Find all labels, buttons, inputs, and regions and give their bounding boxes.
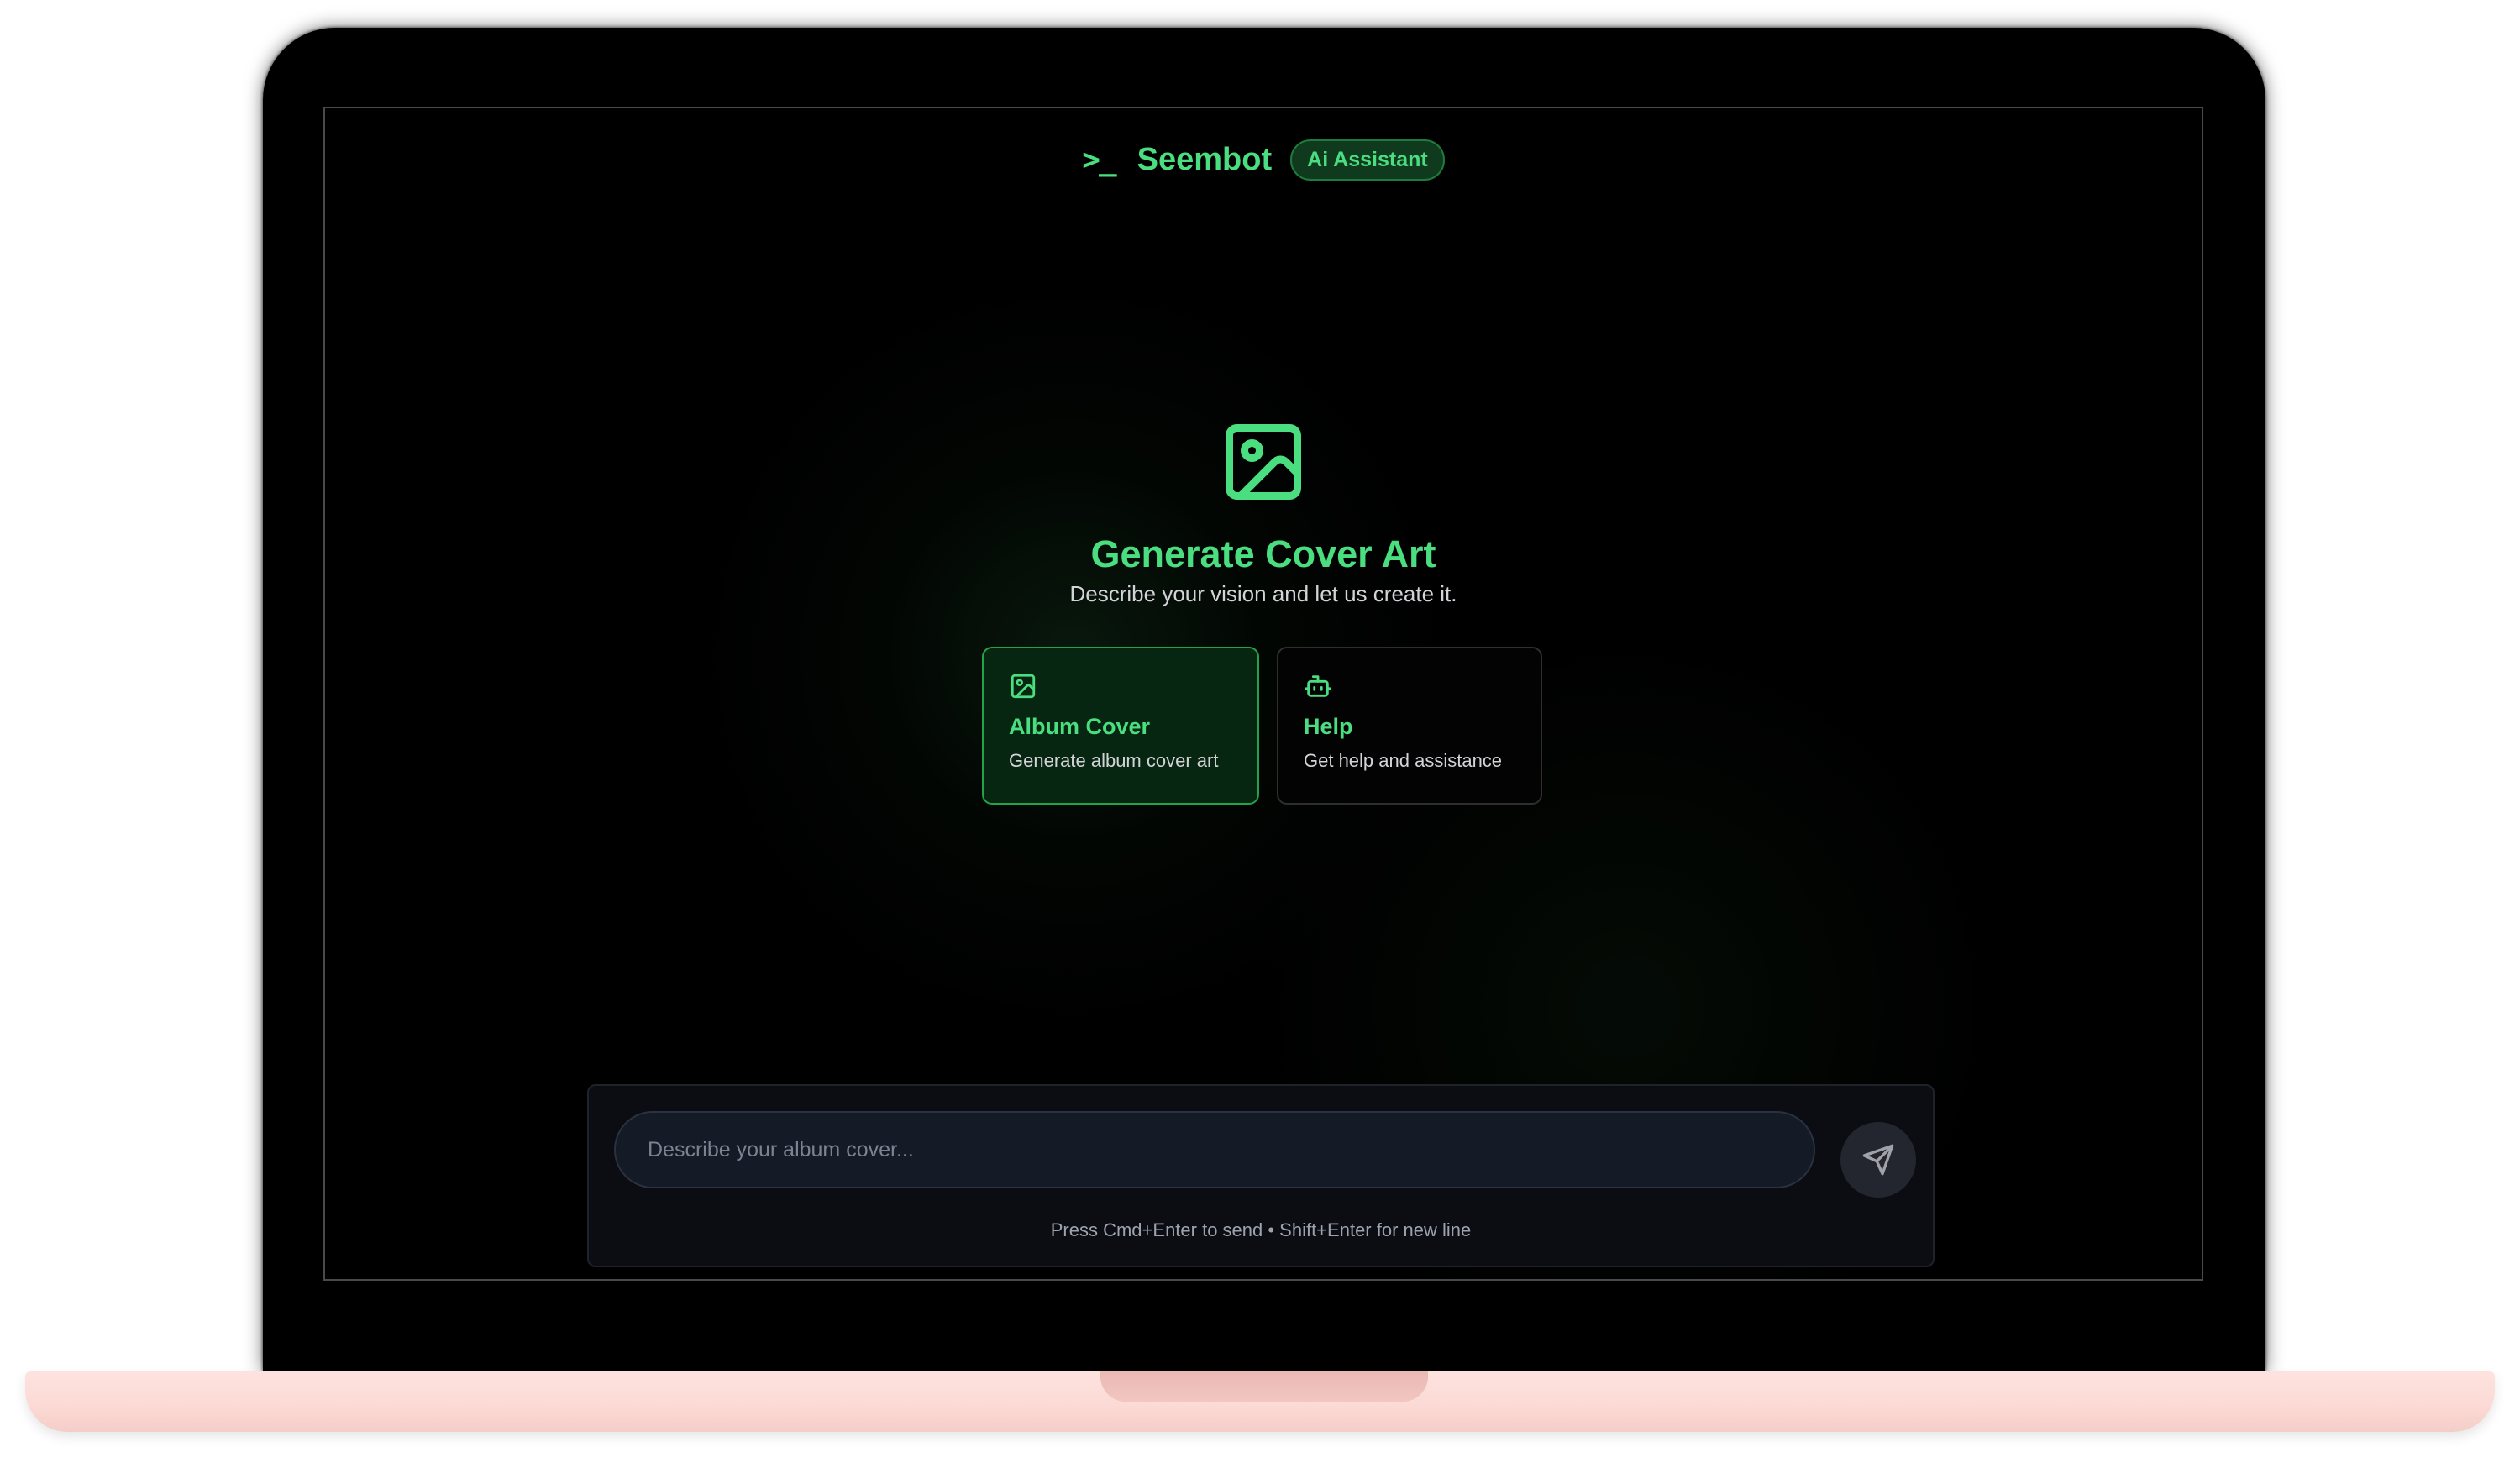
page-title: Generate Cover Art	[1090, 532, 1436, 575]
send-icon	[1862, 1144, 1894, 1176]
help-card[interactable]: Help Get help and assistance	[1277, 647, 1542, 805]
album-cover-card[interactable]: Album Cover Generate album cover art	[982, 647, 1259, 805]
app-header: >_ Seembot Ai Assistant	[325, 130, 2202, 189]
card-description: Get help and assistance	[1304, 750, 1503, 771]
terminal-icon: >_	[1082, 142, 1116, 177]
brand-name: Seembot	[1137, 141, 1273, 177]
page-subtitle: Describe your vision and let us create i…	[1069, 581, 1457, 606]
image-icon	[1226, 424, 1301, 500]
app-screen: >_ Seembot Ai Assistant Generate Cover A…	[323, 107, 2203, 1281]
laptop-mockup: >_ Seembot Ai Assistant Generate Cover A…	[0, 0, 2520, 1463]
send-button[interactable]	[1840, 1122, 1916, 1198]
laptop-notch	[1100, 1371, 1428, 1402]
image-icon	[1011, 674, 1036, 699]
assistant-badge: Ai Assistant	[1290, 139, 1445, 181]
keyboard-hint: Press Cmd+Enter to send • Shift+Enter fo…	[1050, 1219, 1472, 1240]
card-description: Generate album cover art	[1009, 750, 1219, 771]
card-title: Album Cover	[1009, 714, 1151, 739]
bot-icon	[1305, 675, 1331, 697]
card-title: Help	[1304, 714, 1353, 739]
message-composer: Press Cmd+Enter to send • Shift+Enter fo…	[587, 1084, 1935, 1267]
prompt-input[interactable]	[614, 1111, 1815, 1188]
